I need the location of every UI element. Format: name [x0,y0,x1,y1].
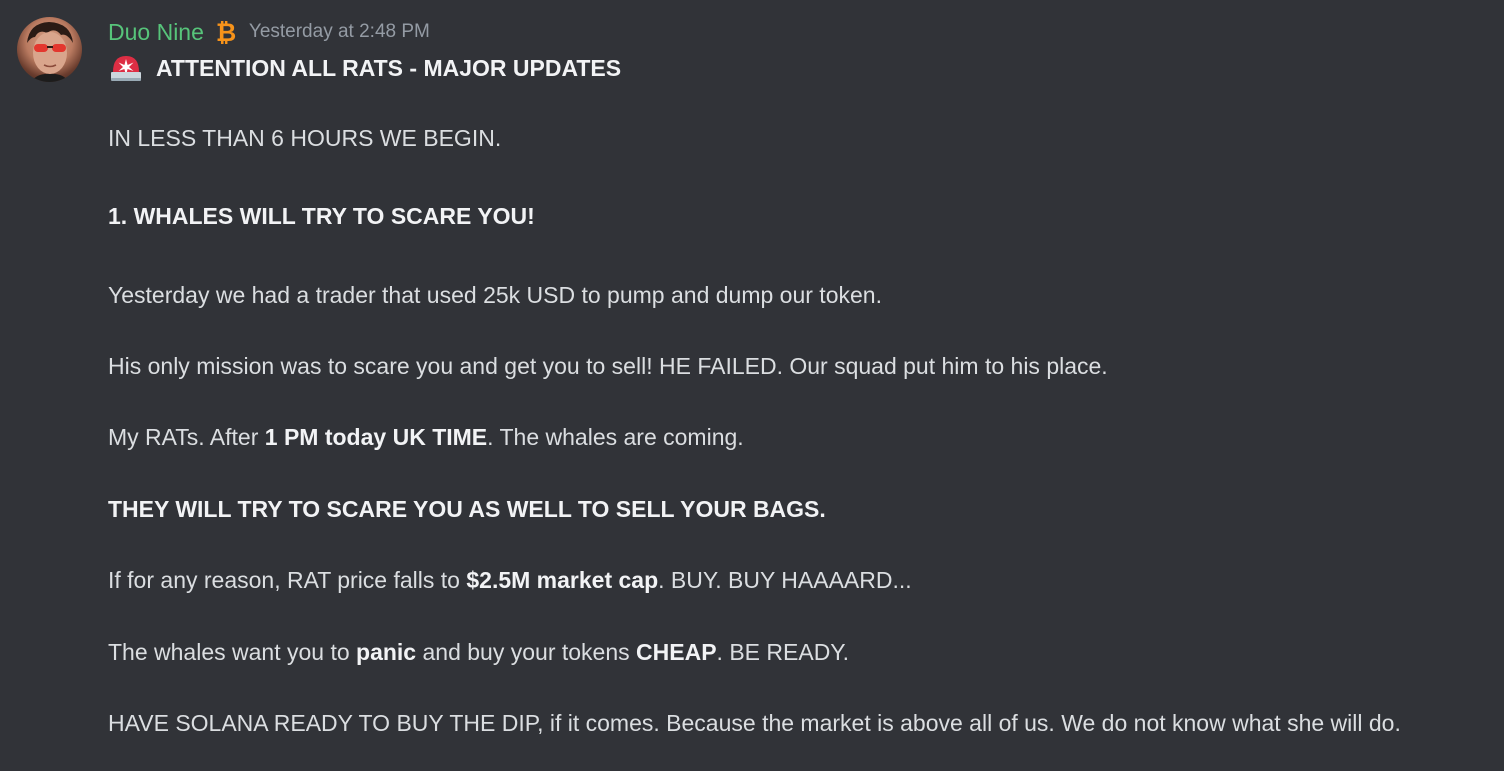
rotating-light-icon [108,50,144,86]
bold-text: panic [356,639,417,665]
message-line-9: HAVE SOLANA READY TO BUY THE DIP, if it … [108,708,1401,738]
message-line-1: IN LESS THAN 6 HOURS WE BEGIN. [108,123,501,153]
message-line-4: His only mission was to scare you and ge… [108,351,1108,381]
bold-text: 1 PM today UK TIME [264,424,488,450]
text: . BE READY. [716,639,850,665]
message-line-6: THEY WILL TRY TO SCARE YOU AS WELL TO SE… [108,494,826,524]
message-title: ATTENTION ALL RATS - MAJOR UPDATES [156,54,622,81]
message-line-7: If for any reason, RAT price falls to $2… [108,565,912,595]
user-avatar[interactable] [17,17,82,82]
message-line-5: My RATs. After 1 PM today UK TIME. The w… [108,422,744,452]
username[interactable]: Duo Nine [108,19,204,46]
message-title-line: ATTENTION ALL RATS - MAJOR UPDATES [108,50,621,86]
avatar-image [27,22,73,82]
message-line-3: Yesterday we had a trader that used 25k … [108,280,882,310]
bold-text: 1. WHALES WILL TRY TO SCARE YOU! [108,203,535,229]
message-header: Duo Nine ₿ Yesterday at 2:48 PM [108,17,430,47]
message-line-8: The whales want you to panic and buy you… [108,637,849,667]
bitcoin-icon: ₿ [213,18,239,47]
text: My RATs. After [108,424,265,450]
bold-text: $2.5M market cap [466,567,659,593]
text: IN LESS THAN 6 HOURS WE BEGIN. [108,125,502,151]
text: and buy your tokens [416,639,637,665]
text: If for any reason, RAT price falls to [108,567,467,593]
svg-text:₿: ₿ [216,19,236,45]
message-line-2: 1. WHALES WILL TRY TO SCARE YOU! [108,201,535,231]
text: . The whales are coming. [487,424,744,450]
text: Yesterday we had a trader that used 25k … [108,282,882,308]
text: His only mission was to scare you and ge… [108,353,1108,379]
bold-text: CHEAP [636,639,717,665]
text: . BUY. BUY HAAAARD... [658,567,912,593]
text: HAVE SOLANA READY TO BUY THE DIP, if it … [108,710,1401,736]
chat-message: Duo Nine ₿ Yesterday at 2:48 PM ATTENTIO… [0,0,1504,771]
bold-text: THEY WILL TRY TO SCARE YOU AS WELL TO SE… [108,496,826,522]
text: The whales want you to [108,639,357,665]
message-timestamp[interactable]: Yesterday at 2:48 PM [249,21,430,43]
